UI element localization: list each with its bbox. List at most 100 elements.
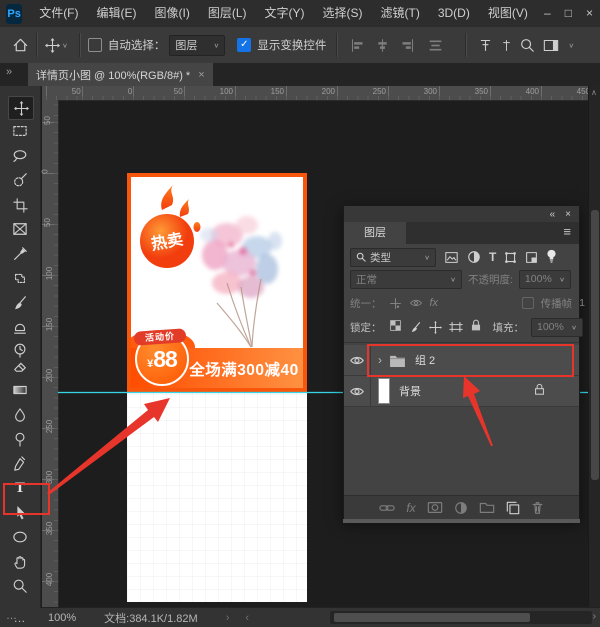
zoom-level[interactable]: 100% — [48, 612, 76, 624]
status-more-icon[interactable]: … — [6, 610, 18, 622]
menu-edit[interactable]: 编辑(E) — [88, 0, 146, 27]
layer-style-icon[interactable]: fx — [406, 501, 415, 515]
auto-select-checkbox[interactable] — [88, 38, 102, 52]
distribute-icon[interactable] — [428, 38, 443, 53]
filter-type-dropdown[interactable]: 类型 ∨ — [350, 248, 436, 267]
scroll-up-icon[interactable]: ∧ — [591, 88, 597, 97]
fill-field[interactable]: 100%∨ — [531, 318, 583, 337]
workspace-panel-icon[interactable] — [542, 38, 560, 53]
show-transform-checkbox[interactable]: ✓ — [237, 38, 251, 52]
link-layers-icon[interactable] — [379, 503, 395, 513]
lock-all-icon[interactable] — [470, 319, 482, 335]
menu-image[interactable]: 图像(I) — [146, 0, 199, 27]
zoom-tool[interactable] — [8, 575, 32, 597]
dock-collapse-icon[interactable]: » — [6, 66, 12, 78]
move-tool[interactable] — [8, 96, 34, 120]
zoom-search-icon[interactable] — [519, 37, 535, 53]
vertical-scrollbar-thumb[interactable] — [591, 210, 599, 480]
eyedropper-tool[interactable] — [8, 243, 32, 265]
adjustment-layer-icon[interactable] — [454, 501, 468, 515]
close-icon[interactable]: × — [579, 0, 600, 27]
propagate-checkbox[interactable] — [522, 297, 534, 309]
spot-healing-tool[interactable] — [8, 267, 32, 289]
layer-thumbnail[interactable] — [379, 379, 389, 403]
filter-pixel-layers-icon[interactable] — [444, 251, 459, 264]
rectangular-marquee-tool[interactable] — [8, 120, 32, 142]
dodge-tool[interactable] — [8, 428, 32, 450]
menu-view[interactable]: 视图(V) — [479, 0, 537, 27]
document-canvas[interactable]: 热卖 — [127, 173, 307, 602]
vertical-scrollbar[interactable]: ∧ — [588, 86, 600, 607]
workspace-chevron-icon[interactable]: ∨ — [568, 41, 574, 48]
move-options-chevron-icon[interactable]: ∨ — [62, 41, 68, 48]
minimize-icon[interactable]: – — [537, 0, 558, 27]
filter-type-layers-icon[interactable]: T — [489, 250, 496, 264]
filter-toggle-icon[interactable] — [546, 249, 557, 266]
eraser-tool[interactable] — [8, 354, 32, 376]
menu-3d[interactable]: 3D(D) — [429, 0, 479, 27]
filter-adjustment-layers-icon[interactable] — [467, 250, 481, 264]
horizontal-scrollbar-thumb[interactable] — [334, 613, 530, 622]
blend-mode-dropdown[interactable]: 正常∨ — [350, 270, 462, 289]
filter-shape-layers-icon[interactable] — [504, 251, 517, 264]
status-prev-icon[interactable]: ‹ — [245, 612, 249, 624]
panel-close-icon[interactable]: × — [565, 209, 571, 220]
align-left-edges-icon[interactable] — [350, 38, 365, 53]
home-icon[interactable] — [12, 37, 29, 54]
menu-type[interactable]: 文字(Y) — [256, 0, 314, 27]
document-tab-bar: » 详情页小图 @ 100%(RGB/8#) * × — [0, 63, 600, 86]
align-right-edges-icon[interactable] — [400, 38, 415, 53]
lock-pixels-icon[interactable] — [409, 321, 422, 334]
align-center-icon[interactable] — [375, 38, 390, 53]
panel-menu-icon[interactable]: ≡ — [563, 224, 571, 239]
document-tab-title: 详情页小图 @ 100%(RGB/8#) * — [36, 67, 190, 83]
3d-mode-icon[interactable] — [500, 38, 513, 53]
status-next-icon[interactable]: › — [226, 612, 230, 624]
new-group-icon[interactable] — [479, 501, 495, 514]
unify-style-icon[interactable]: fx — [430, 297, 439, 309]
background-lock-icon[interactable] — [534, 383, 545, 399]
tab-close-icon[interactable]: × — [198, 69, 204, 81]
menu-file[interactable]: 文件(F) — [30, 0, 87, 27]
maximize-icon[interactable]: □ — [558, 0, 579, 27]
menu-layer[interactable]: 图层(L) — [199, 0, 256, 27]
gradient-tool[interactable] — [8, 379, 32, 401]
crop-tool[interactable] — [8, 194, 32, 216]
lock-artboard-icon[interactable] — [449, 321, 463, 333]
auto-select-target-dropdown[interactable]: 图层∨ — [169, 35, 225, 56]
layer-name[interactable]: 背景 — [399, 383, 421, 399]
fill-label: 填充： — [493, 320, 525, 335]
pen-tool[interactable] — [8, 453, 32, 475]
lasso-tool[interactable] — [8, 145, 32, 167]
photoshop-logo-icon[interactable]: Ps — [6, 4, 22, 24]
shape-tool[interactable] — [8, 526, 32, 548]
align-canvas-icon[interactable] — [478, 38, 493, 53]
lock-transparent-icon[interactable] — [389, 319, 402, 335]
delete-layer-icon[interactable] — [531, 501, 544, 515]
scroll-right-icon[interactable]: › — [593, 611, 596, 622]
filter-smart-objects-icon[interactable] — [525, 251, 538, 264]
new-layer-icon[interactable] — [506, 501, 520, 515]
panel-resize-handle[interactable] — [343, 519, 580, 523]
document-tab[interactable]: 详情页小图 @ 100%(RGB/8#) * × — [28, 63, 213, 86]
opacity-field[interactable]: 100%∨ — [519, 270, 571, 289]
unify-visibility-icon[interactable] — [409, 297, 423, 309]
panel-collapse-icon[interactable]: « — [550, 209, 556, 220]
brush-tool[interactable] — [8, 292, 32, 314]
lock-position-icon[interactable] — [429, 321, 442, 334]
opacity-label: 不透明度: — [468, 272, 513, 287]
move-tool-icon[interactable] — [45, 38, 60, 53]
unify-position-icon[interactable] — [389, 297, 402, 310]
horizontal-scrollbar[interactable] — [330, 611, 592, 624]
layers-panel-tab[interactable]: 图层 — [344, 222, 406, 244]
layer-mask-icon[interactable] — [427, 501, 443, 514]
blur-tool[interactable] — [8, 404, 32, 426]
hand-tool[interactable] — [8, 551, 32, 573]
visibility-toggle[interactable] — [344, 376, 371, 406]
quick-selection-tool[interactable] — [8, 169, 32, 191]
clone-stamp-tool[interactable] — [8, 316, 32, 338]
menu-select[interactable]: 选择(S) — [314, 0, 372, 27]
show-transform-label: 显示变换控件 — [257, 37, 326, 53]
frame-tool[interactable] — [8, 218, 32, 240]
menu-filter[interactable]: 滤镜(T) — [372, 0, 429, 27]
